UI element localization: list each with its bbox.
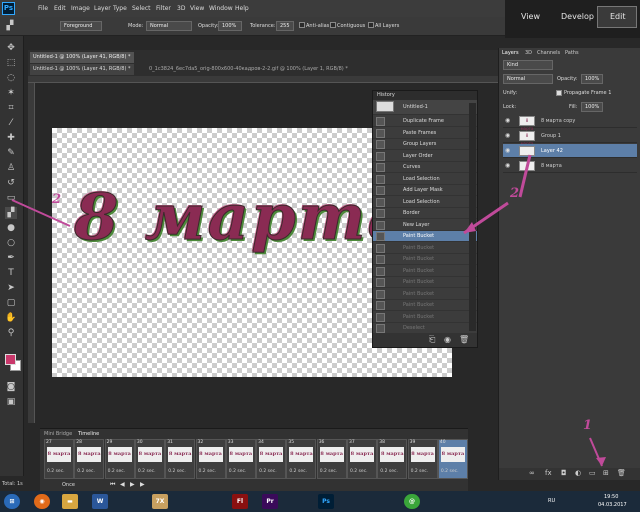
taskbar-premiere[interactable]: Pr xyxy=(262,494,278,509)
taskbar-photoshop[interactable]: Ps xyxy=(318,494,334,509)
taskbar-flash[interactable]: Fl xyxy=(232,494,248,509)
annotation-arrow-layer xyxy=(518,154,532,198)
annotation-arrowhead-new-layer xyxy=(596,457,606,466)
clock-time: 19:50 xyxy=(604,494,619,500)
annotation-arrowhead-history xyxy=(464,222,476,233)
annotation-arrow-tool xyxy=(11,199,71,227)
annotation-number-2-right: 2 xyxy=(510,186,520,201)
folder-icon[interactable]: ▬ xyxy=(62,494,78,509)
taskbar-archive[interactable]: 7X xyxy=(152,494,168,509)
windows-taskbar: ⊞ ◉ ▬ W 7X Fl Pr Ps @ RU 19:50 04.03.201… xyxy=(0,491,640,512)
language-indicator[interactable]: RU xyxy=(548,498,555,504)
taskbar-word[interactable]: W xyxy=(92,494,108,509)
start-button-icon[interactable]: ⊞ xyxy=(4,494,20,509)
annotation-arrows xyxy=(11,154,606,467)
clock-date: 04.03.2017 xyxy=(598,502,627,508)
taskbar-chat-icon[interactable]: @ xyxy=(404,494,420,509)
firefox-icon[interactable]: ◉ xyxy=(34,494,50,509)
annotation-number-2-left: 2 xyxy=(52,192,62,207)
annotation-number-1: 1 xyxy=(583,418,593,433)
